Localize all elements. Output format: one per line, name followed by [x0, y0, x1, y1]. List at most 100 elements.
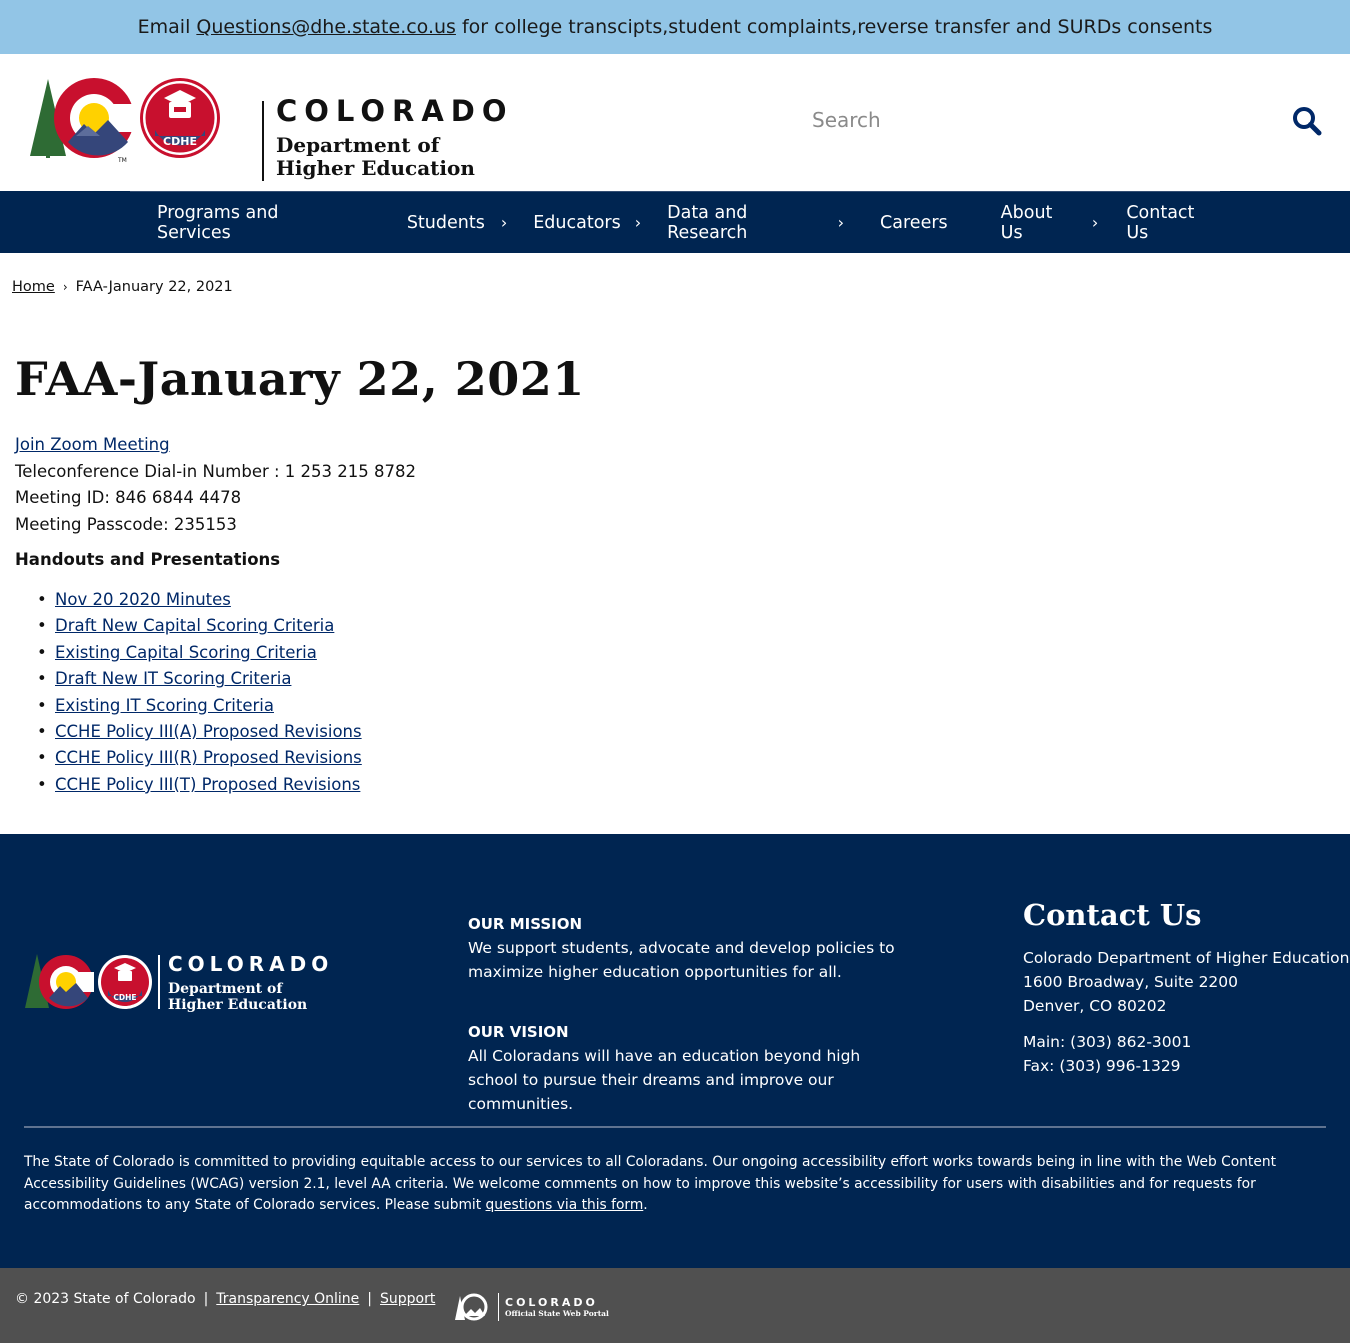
contact-street: 1600 Broadway, Suite 2200 [1023, 973, 1239, 991]
portal-divider [498, 1293, 499, 1321]
footer-logo-dept-line2: Higher Education [168, 997, 308, 1013]
pipe-separator: | [203, 1291, 209, 1307]
breadcrumb-home-link[interactable]: Home [12, 279, 55, 295]
colorado-c-logo-icon: TM CDHE [30, 78, 220, 164]
bottom-bar: © 2023 State of Colorado | Transparency … [0, 1268, 1350, 1343]
list-item: CCHE Policy III(R) Proposed Revisions [37, 745, 362, 772]
search-input[interactable] [800, 102, 1240, 138]
nav-item-label: Data and Research [667, 202, 748, 243]
footer-contact-heading: Contact Us [1023, 898, 1202, 932]
nav-item-data-and-research[interactable]: Data and Research › [667, 192, 844, 254]
handout-link[interactable]: CCHE Policy III(R) Proposed Revisions [55, 748, 362, 767]
colorado-c-logo-icon: CDHE [25, 954, 152, 1009]
nav-item-label: Educators [533, 212, 621, 233]
handout-link[interactable]: CCHE Policy III(T) Proposed Revisions [55, 775, 360, 794]
footer-logo-badge-text: CDHE [113, 993, 136, 1002]
chevron-right-icon[interactable]: › [501, 213, 507, 232]
handouts-list: Nov 20 2020 Minutes Draft New Capital Sc… [37, 587, 362, 799]
mission-heading: OUR MISSION [468, 915, 583, 933]
page-title: FAA-January 22, 2021 [15, 352, 585, 406]
alert-suffix: for college transcipts,student complaint… [461, 16, 1213, 38]
alert-email-link[interactable]: Questions@dhe.state.co.us [196, 16, 456, 38]
footer-logo-colorado-text: COLORADO [168, 952, 334, 976]
site-footer: CDHE COLORADO Department of Higher Educa… [0, 834, 1350, 1268]
handout-link[interactable]: Draft New Capital Scoring Criteria [55, 616, 334, 635]
search-icon[interactable] [1292, 106, 1322, 136]
footer-logo-divider [158, 955, 160, 1009]
logo-colorado-text: COLORADO [276, 94, 514, 128]
support-link[interactable]: Support [380, 1291, 435, 1307]
alert-bar: Email Questions@dhe.state.co.us for coll… [0, 0, 1350, 54]
nav-item-educators[interactable]: Educators › [533, 192, 641, 254]
list-item: Existing Capital Scoring Criteria [37, 640, 362, 667]
vision-heading: OUR VISION [468, 1023, 569, 1041]
handout-link[interactable]: Existing IT Scoring Criteria [55, 696, 274, 715]
copyright-text: © 2023 State of Colorado [15, 1291, 196, 1307]
nav-item-label: Students [406, 212, 485, 233]
chevron-right-icon[interactable]: › [838, 213, 844, 232]
footer-contact: Contact Us Colorado Department of Higher… [1023, 898, 1349, 1078]
dial-in-number: Teleconference Dial-in Number : 1 253 21… [15, 461, 417, 481]
logo-divider [262, 101, 264, 181]
accessibility-statement: The State of Colorado is committed to pr… [24, 1152, 1324, 1217]
list-item: Existing IT Scoring Criteria [37, 693, 362, 720]
bottom-links: © 2023 State of Colorado | Transparency … [15, 1291, 435, 1307]
contact-main-phone: Main: (303) 862-3001 [1023, 1033, 1192, 1051]
footer-divider [24, 1126, 1326, 1128]
list-item: Draft New IT Scoring Criteria [37, 666, 362, 693]
alert-prefix: Email [137, 16, 191, 38]
zoom-meeting-link[interactable]: Join Zoom Meeting [15, 435, 170, 454]
handout-link[interactable]: Existing Capital Scoring Criteria [55, 643, 317, 662]
nav-item-students[interactable]: Students › [407, 192, 507, 254]
mission-text: We support students, advocate and develo… [468, 939, 895, 981]
list-item: Nov 20 2020 Minutes [37, 587, 362, 614]
nav-item-contact-us[interactable]: Contact Us [1126, 192, 1220, 254]
chevron-right-icon[interactable]: › [1092, 213, 1098, 232]
logo-dept-line1: Department of [276, 133, 440, 157]
main-nav-items: Programs and Services Students › Educato… [130, 191, 1220, 253]
handout-link[interactable]: Draft New IT Scoring Criteria [55, 669, 291, 688]
breadcrumb: Home › FAA-January 22, 2021 [12, 279, 233, 295]
list-item: CCHE Policy III(T) Proposed Revisions [37, 772, 362, 799]
portal-wordmark: COLORADO Official State Web Portal [505, 1296, 609, 1318]
footer-cdhe-logo[interactable]: CDHE COLORADO Department of Higher Educa… [24, 952, 334, 1014]
handouts-heading: Handouts and Presentations [15, 550, 281, 569]
portal-colorado-text: COLORADO [505, 1296, 598, 1309]
nav-item-careers[interactable]: Careers [880, 192, 948, 254]
footer-logo-wordmark: COLORADO Department of Higher Education [168, 952, 333, 1013]
breadcrumb-current: FAA-January 22, 2021 [75, 279, 233, 295]
nav-item-label: Contact Us [1126, 202, 1195, 243]
contact-fax: Fax: (303) 996-1329 [1023, 1057, 1181, 1075]
meeting-details: Join Zoom Meeting Teleconference Dial-in… [15, 432, 416, 538]
nav-item-about-us[interactable]: About Us › [1001, 192, 1099, 254]
nav-item-programs-and-services[interactable]: Programs and Services [157, 192, 354, 254]
logo-badge-text: CDHE [163, 135, 197, 148]
main-nav: Programs and Services Students › Educato… [0, 191, 1350, 253]
pipe-separator: | [367, 1291, 373, 1307]
vision-block: OUR VISION All Coloradans will have an e… [468, 1020, 898, 1116]
handout-link[interactable]: CCHE Policy III(A) Proposed Revisions [55, 722, 362, 741]
mission-block: OUR MISSION We support students, advocat… [468, 912, 898, 984]
nav-item-label: Careers [880, 212, 948, 233]
contact-city: Denver, CO 80202 [1023, 997, 1167, 1015]
vision-text: All Coloradans will have an education be… [468, 1047, 861, 1113]
accessibility-form-link[interactable]: questions via this form [486, 1197, 644, 1213]
list-item: Draft New Capital Scoring Criteria [37, 613, 362, 640]
contact-org: Colorado Department of Higher Education [1023, 949, 1350, 967]
handout-link[interactable]: Nov 20 2020 Minutes [55, 590, 231, 609]
colorado-portal-logo-icon [455, 1293, 488, 1321]
svg-text:TM: TM [117, 157, 127, 164]
meeting-id: Meeting ID: 846 6844 4478 [15, 488, 242, 507]
cdhe-logo[interactable]: TM CDHE COLORADO Department of Higher Ed… [28, 76, 507, 181]
transparency-online-link[interactable]: Transparency Online [216, 1291, 359, 1307]
chevron-right-icon: › [62, 280, 68, 294]
state-portal-logo[interactable]: COLORADO Official State Web Portal [454, 1292, 609, 1322]
site-header: TM CDHE COLORADO Department of Higher Ed… [0, 54, 1350, 191]
footer-logo-dept-line1: Department of [168, 981, 283, 997]
nav-item-label: About Us [1000, 202, 1053, 243]
accessibility-text: The State of Colorado is committed to pr… [24, 1154, 1276, 1213]
meeting-passcode: Meeting Passcode: 235153 [15, 514, 237, 534]
list-item: CCHE Policy III(A) Proposed Revisions [37, 719, 362, 746]
chevron-right-icon[interactable]: › [635, 213, 641, 232]
accessibility-end: . [643, 1197, 648, 1213]
